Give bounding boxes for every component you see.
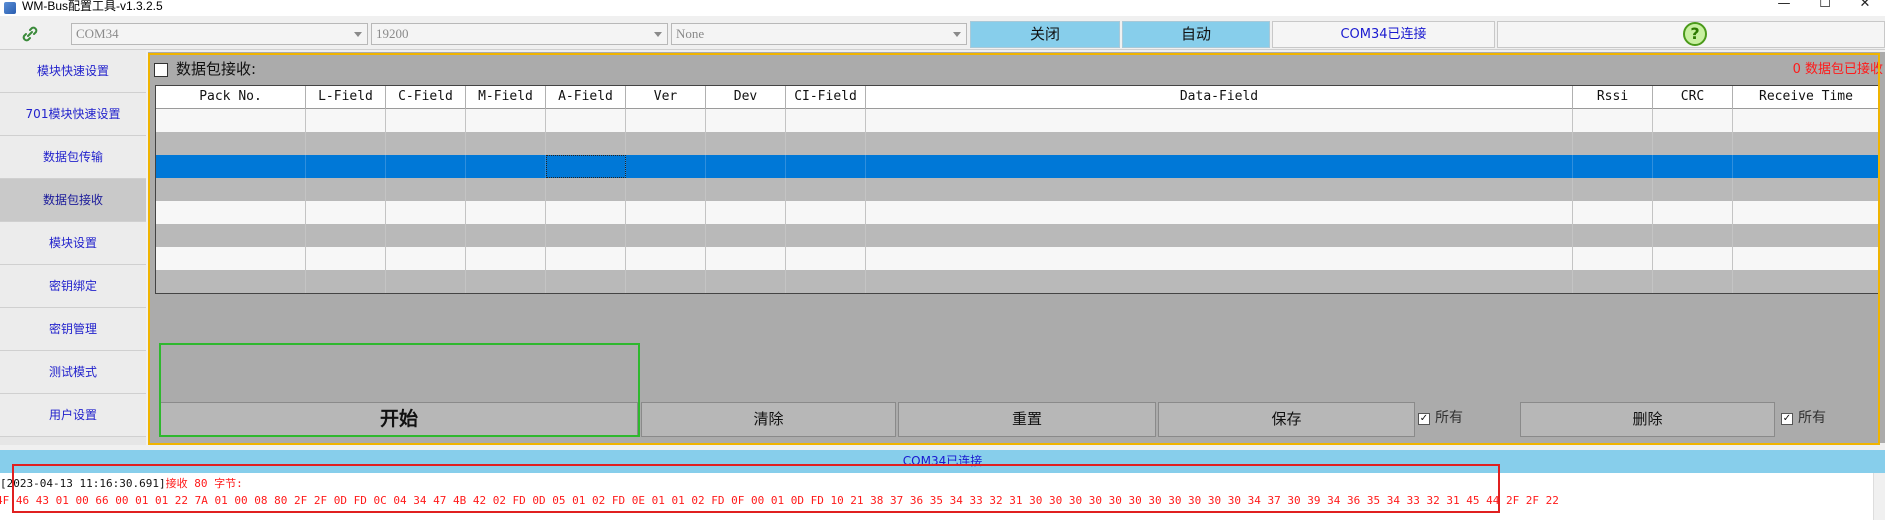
log-scrollbar[interactable] bbox=[1873, 473, 1885, 520]
link-icon[interactable] bbox=[20, 24, 40, 44]
parity-select[interactable]: None bbox=[671, 23, 967, 45]
highlight-log bbox=[12, 464, 1500, 513]
app-icon bbox=[4, 2, 16, 14]
port-value: COM34 bbox=[76, 26, 119, 41]
sidebar-item-test-mode[interactable]: 测试模式 bbox=[0, 351, 146, 394]
title-bar: WM-Bus配置工具-v1.3.2.5 — ☐ ✕ bbox=[0, 0, 1885, 16]
auto-button[interactable]: 自动 bbox=[1122, 21, 1270, 48]
port-select[interactable]: COM34 bbox=[71, 23, 368, 45]
toolbar: COM34 19200 None 关闭 自动 COM34已连接 ? bbox=[0, 19, 1885, 50]
highlight-start-button bbox=[159, 343, 640, 437]
sidebar-item-key-binding[interactable]: 密钥绑定 bbox=[0, 265, 146, 308]
minimize-button[interactable]: — bbox=[1764, 0, 1804, 12]
sidebar-item-packet-receive[interactable]: 数据包接收 bbox=[0, 179, 146, 222]
baud-select[interactable]: 19200 bbox=[371, 23, 668, 45]
help-icon[interactable]: ? bbox=[1683, 22, 1707, 46]
sidebar-item-quick-setup[interactable]: 模块快速设置 bbox=[0, 50, 146, 93]
parity-value: None bbox=[676, 26, 705, 41]
sidebar-item-key-management[interactable]: 密钥管理 bbox=[0, 308, 146, 351]
sidebar: 模块快速设置 701模块快速设置 数据包传输 数据包接收 模块设置 密钥绑定 密… bbox=[0, 50, 146, 445]
chevron-down-icon bbox=[354, 32, 362, 37]
sidebar-item-packet-transmit[interactable]: 数据包传输 bbox=[0, 136, 146, 179]
close-port-button[interactable]: 关闭 bbox=[970, 21, 1120, 48]
baud-value: 19200 bbox=[376, 26, 409, 41]
maximize-button[interactable]: ☐ bbox=[1805, 0, 1845, 12]
connection-status: COM34已连接 bbox=[1272, 21, 1495, 48]
app-window: WM-Bus配置工具-v1.3.2.5 — ☐ ✕ COM34 19200 No… bbox=[0, 0, 1885, 520]
close-window-button[interactable]: ✕ bbox=[1845, 0, 1885, 12]
sidebar-item-module-settings[interactable]: 模块设置 bbox=[0, 222, 146, 265]
sidebar-item-user-settings[interactable]: 用户设置 bbox=[0, 394, 146, 437]
sidebar-item-701-quick-setup[interactable]: 701模块快速设置 bbox=[0, 93, 146, 136]
chevron-down-icon bbox=[654, 32, 662, 37]
chevron-down-icon bbox=[953, 32, 961, 37]
window-title: WM-Bus配置工具-v1.3.2.5 bbox=[22, 0, 163, 13]
